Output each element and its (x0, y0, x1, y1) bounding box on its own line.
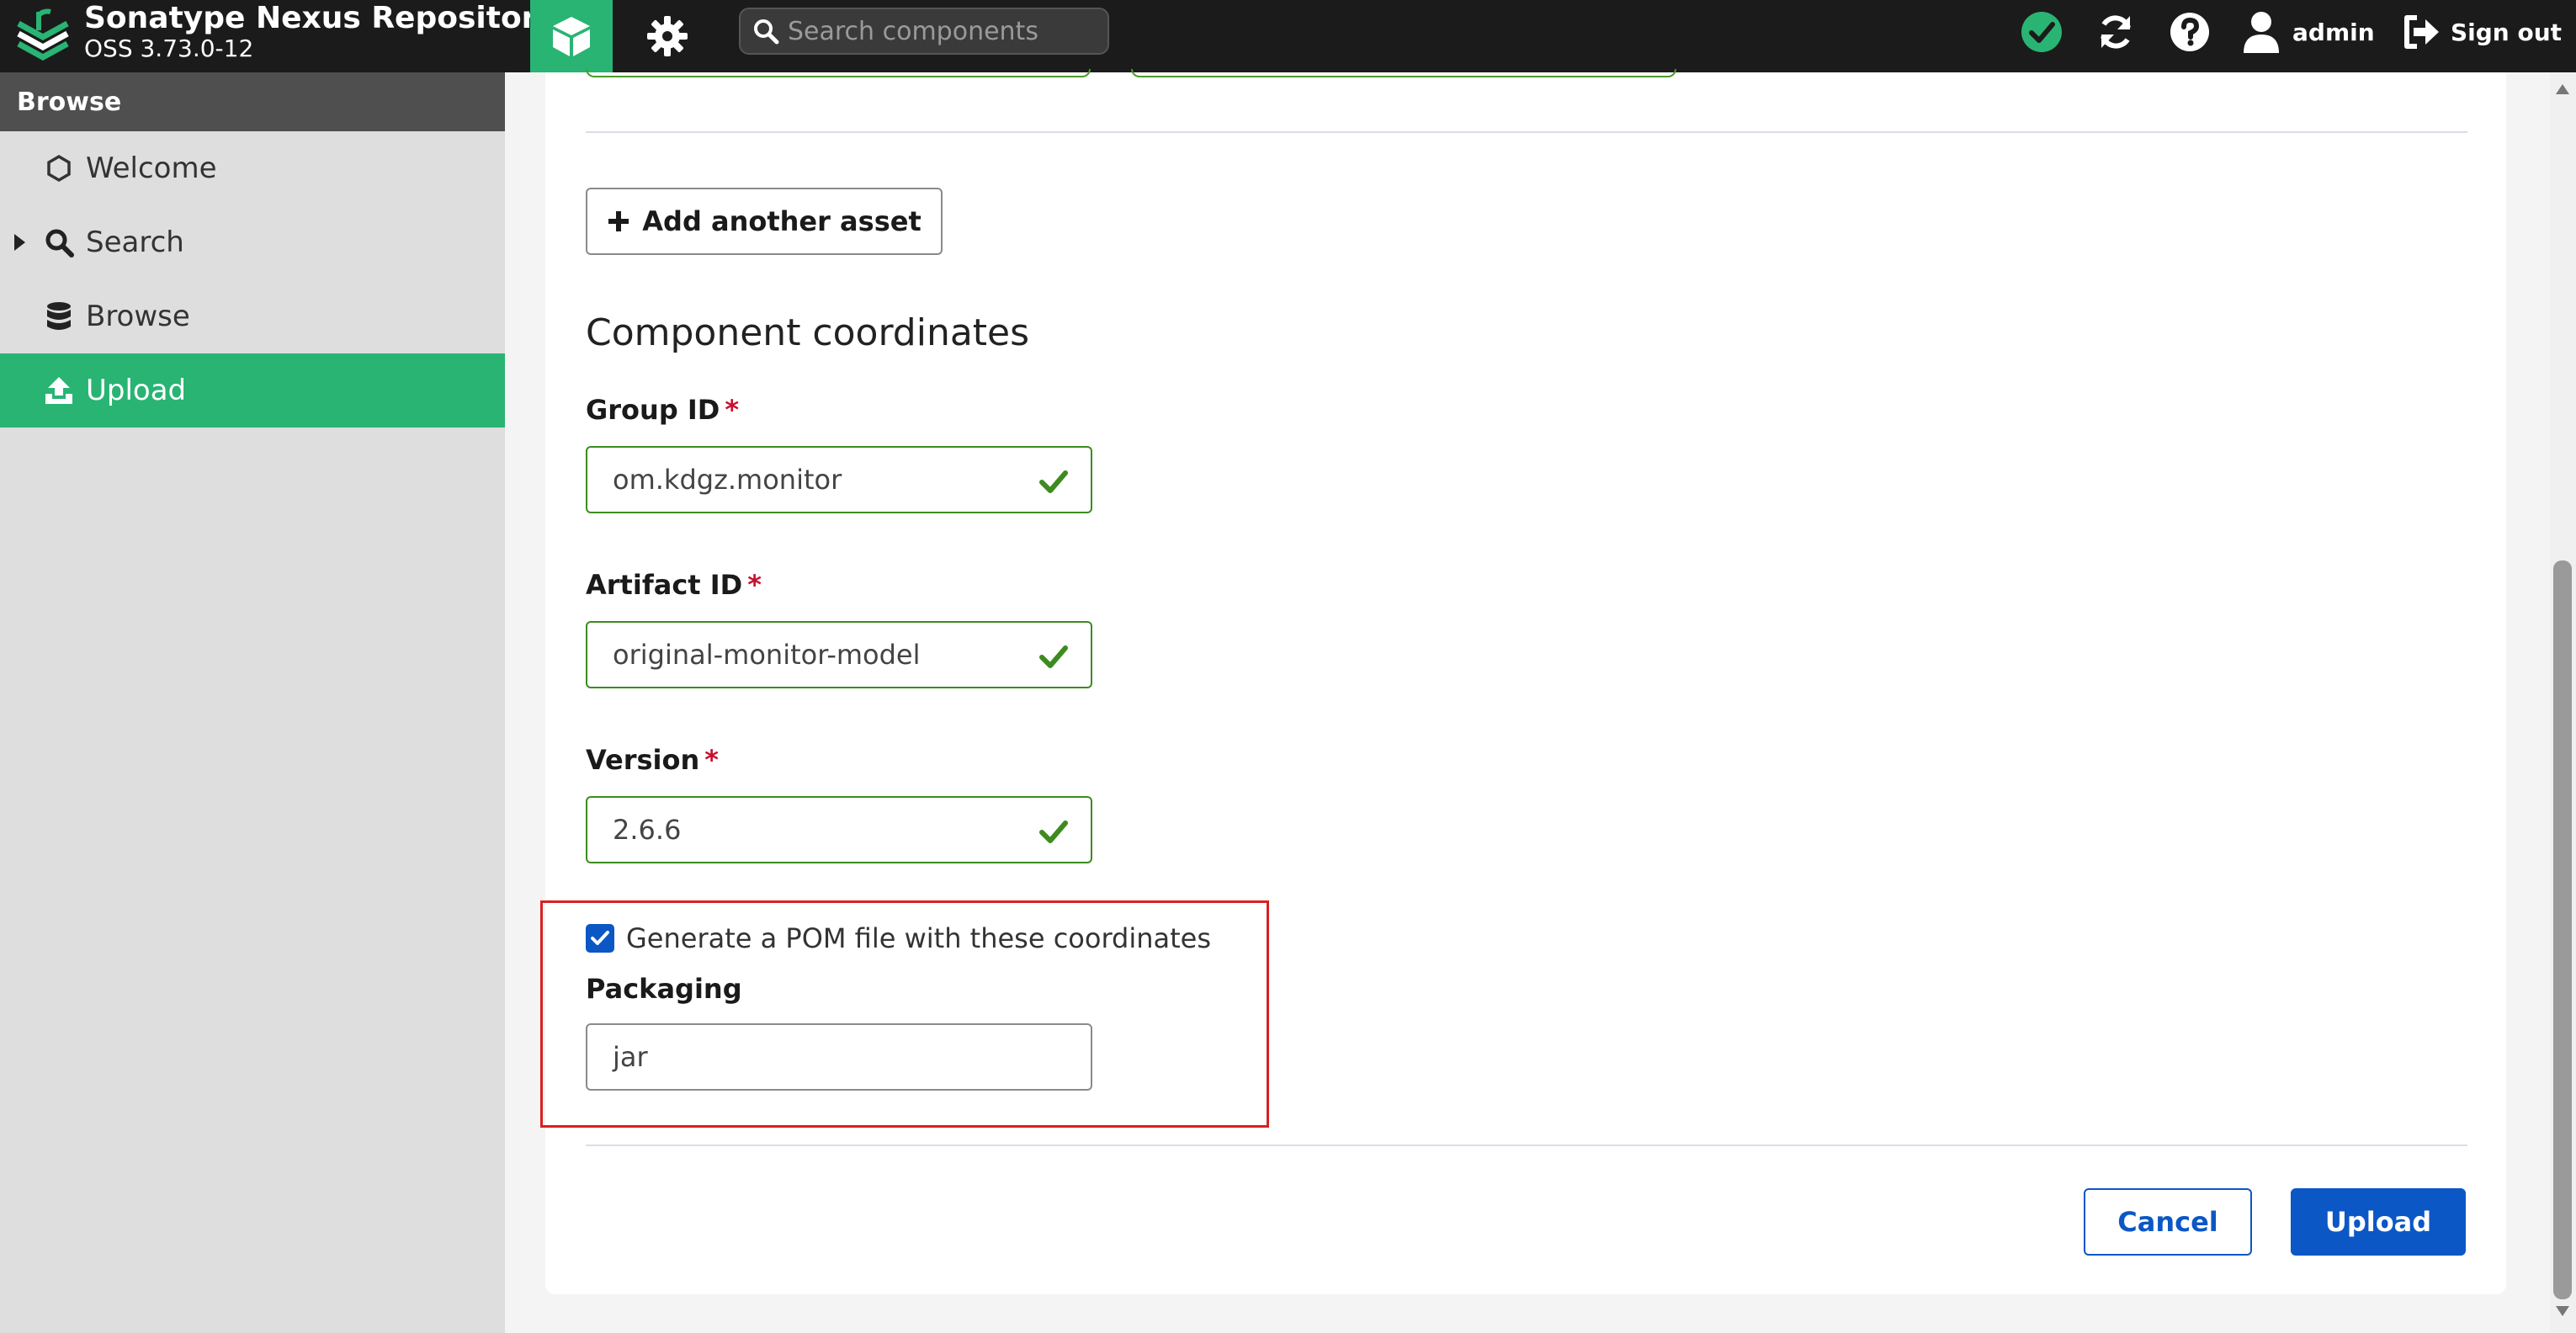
sidebar-item-label: Browse (86, 300, 190, 333)
group-id-field[interactable]: om.kdgz.monitor (586, 446, 1092, 513)
hexagon-icon (42, 151, 76, 185)
required-marker: * (704, 744, 720, 776)
upload-button[interactable]: Upload (2291, 1188, 2466, 1256)
artifact-id-value: original-monitor-model (613, 639, 921, 671)
brand-version: OSS 3.73.0-12 (84, 35, 254, 62)
packaging-field[interactable]: jar (586, 1023, 1092, 1091)
generate-pom-checkbox[interactable] (586, 924, 614, 953)
plus-icon (608, 211, 629, 231)
group-id-value: om.kdgz.monitor (613, 464, 842, 496)
sidebar-item-upload[interactable]: Upload (0, 353, 505, 428)
valid-check-icon (1039, 470, 1068, 493)
group-id-label: Group ID * (586, 394, 739, 426)
previous-field-edge (586, 69, 1091, 77)
refresh-icon[interactable] (2092, 8, 2139, 56)
search-icon (42, 226, 76, 259)
user-icon (2244, 12, 2279, 53)
sign-out-icon (2404, 15, 2439, 49)
sidebar-header: Browse (0, 72, 505, 131)
caret-right-icon[interactable] (12, 232, 27, 252)
sidebar-item-label: Upload (86, 374, 187, 407)
sidebar-item-label: Search (86, 226, 184, 259)
cube-icon (553, 17, 590, 56)
cancel-button[interactable]: Cancel (2084, 1188, 2252, 1256)
sidebar-item-search[interactable]: Search (0, 205, 505, 279)
packaging-label: Packaging (586, 973, 742, 1005)
search-components-box[interactable] (739, 8, 1109, 55)
administration-mode-button[interactable] (629, 0, 705, 72)
section-title: Component coordinates (586, 311, 1030, 354)
sidebar-item-browse[interactable]: Browse (0, 279, 505, 353)
checkmark-icon (591, 931, 609, 945)
artifact-id-field[interactable]: original-monitor-model (586, 621, 1092, 688)
browse-mode-button[interactable] (530, 0, 613, 72)
version-label: Version * (586, 744, 719, 776)
add-another-asset-button[interactable]: Add another asset (586, 188, 943, 255)
required-marker: * (747, 569, 762, 601)
database-icon (42, 300, 76, 333)
sidebar-item-label: Welcome (86, 151, 217, 185)
footer-divider (586, 1144, 2467, 1146)
main-content: Add another asset Component coordinates … (505, 69, 2550, 1333)
brand-title: Sonatype Nexus Repository (84, 1, 556, 35)
artifact-id-label-text: Artifact ID (586, 569, 743, 601)
version-field[interactable]: 2.6.6 (586, 796, 1092, 863)
search-components-input[interactable] (788, 16, 1091, 46)
version-value: 2.6.6 (613, 814, 682, 846)
vertical-scrollbar[interactable] (2550, 72, 2576, 1333)
sidebar: Browse Welcome Search Browse Upload (0, 72, 505, 1333)
user-name: admin (2292, 18, 2375, 46)
packaging-value: jar (613, 1041, 648, 1073)
upload-icon (42, 374, 76, 407)
scroll-down-arrow-icon[interactable] (2556, 1306, 2569, 1316)
sign-out-label: Sign out (2451, 18, 2563, 46)
valid-check-icon (1039, 821, 1068, 843)
nexus-logo-icon[interactable] (15, 5, 71, 61)
scrollbar-thumb[interactable] (2553, 560, 2572, 1299)
required-marker: * (725, 394, 740, 426)
gear-icon (647, 16, 688, 56)
sign-out-button[interactable]: Sign out (2402, 7, 2562, 57)
previous-field-edge (1131, 69, 1676, 77)
add-another-asset-label: Add another asset (642, 205, 922, 237)
scroll-up-arrow-icon[interactable] (2556, 84, 2569, 94)
search-icon (751, 16, 781, 46)
sidebar-item-welcome[interactable]: Welcome (0, 131, 505, 205)
generate-pom-label: Generate a POM file with these coordinat… (626, 922, 1212, 954)
user-menu[interactable]: admin (2242, 7, 2375, 57)
section-divider (586, 131, 2467, 133)
upload-form-panel: Add another asset Component coordinates … (540, 69, 2506, 1294)
top-header: Sonatype Nexus Repository OSS 3.73.0-12 (0, 0, 2576, 72)
help-icon[interactable] (2166, 8, 2213, 56)
group-id-label-text: Group ID (586, 394, 720, 426)
valid-check-icon (1039, 645, 1068, 668)
generate-pom-option[interactable]: Generate a POM file with these coordinat… (586, 922, 1211, 954)
artifact-id-label: Artifact ID * (586, 569, 762, 601)
health-check-icon[interactable] (2018, 8, 2065, 56)
version-label-text: Version (586, 744, 700, 776)
